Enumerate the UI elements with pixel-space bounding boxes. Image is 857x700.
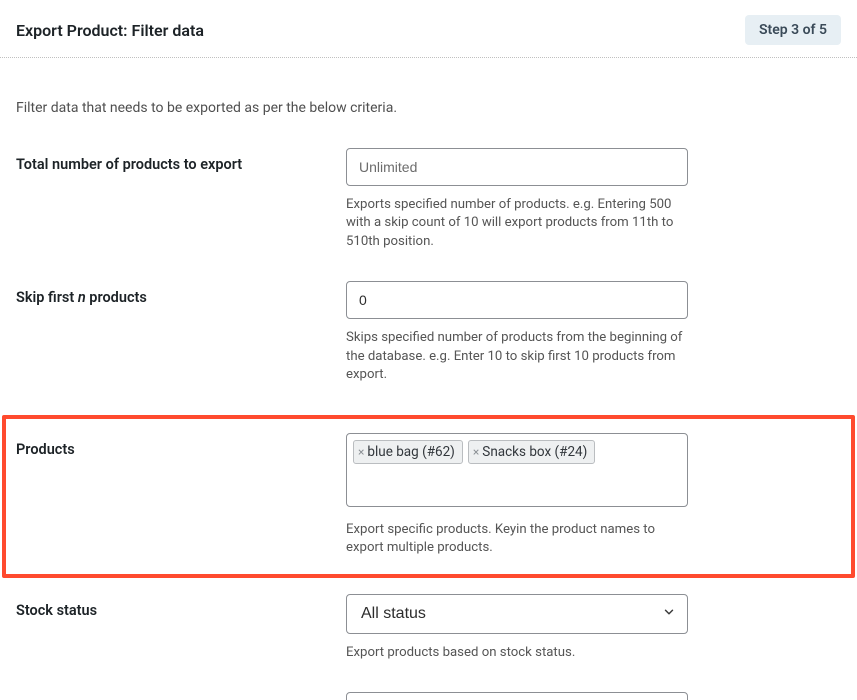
label-products: Products (16, 433, 346, 458)
close-icon[interactable]: × (358, 446, 364, 458)
input-skip-products[interactable] (346, 281, 688, 319)
step-badge: Step 3 of 5 (745, 15, 841, 45)
help-products: Export specific products. Keyin the prod… (346, 521, 688, 558)
row-products: Products × blue bag (#62) × Snacks box (… (16, 433, 841, 558)
intro-text: Filter data that needs to be exported as… (16, 100, 841, 116)
row-exclude-products: Exclude products Exclude products Use th… (16, 692, 841, 700)
help-total-products: Exports specified number of products. e.… (346, 196, 688, 251)
product-tag[interactable]: × Snacks box (#24) (468, 440, 595, 464)
row-skip-products: Skip first n products Skips specified nu… (16, 281, 841, 384)
form-content: Filter data that needs to be exported as… (0, 58, 857, 700)
input-exclude-products-tagbox[interactable]: Exclude products (346, 692, 688, 700)
help-stock-status: Export products based on stock status. (346, 644, 688, 662)
highlighted-products-section: Products × blue bag (#62) × Snacks box (… (2, 415, 855, 578)
close-icon[interactable]: × (473, 446, 479, 458)
help-skip-products: Skips specified number of products from … (346, 329, 688, 384)
product-tag-label: Snacks box (#24) (482, 444, 587, 460)
label-skip-products: Skip first n products (16, 281, 346, 306)
row-stock-status: Stock status All status Export products … (16, 594, 841, 662)
input-products-tagbox[interactable]: × blue bag (#62) × Snacks box (#24) (346, 433, 688, 507)
label-stock-status: Stock status (16, 594, 346, 619)
label-exclude-products: Exclude products (16, 692, 346, 700)
label-total-products: Total number of products to export (16, 148, 346, 173)
product-tag-label: blue bag (#62) (367, 444, 454, 460)
row-total-products: Total number of products to export Expor… (16, 148, 841, 251)
input-total-products[interactable] (346, 148, 688, 186)
panel-header: Export Product: Filter data Step 3 of 5 (0, 0, 857, 57)
product-tag[interactable]: × blue bag (#62) (353, 440, 463, 464)
page-title: Export Product: Filter data (16, 21, 204, 40)
select-stock-status[interactable]: All status (346, 594, 688, 634)
export-product-filter-panel: Export Product: Filter data Step 3 of 5 … (0, 0, 857, 700)
